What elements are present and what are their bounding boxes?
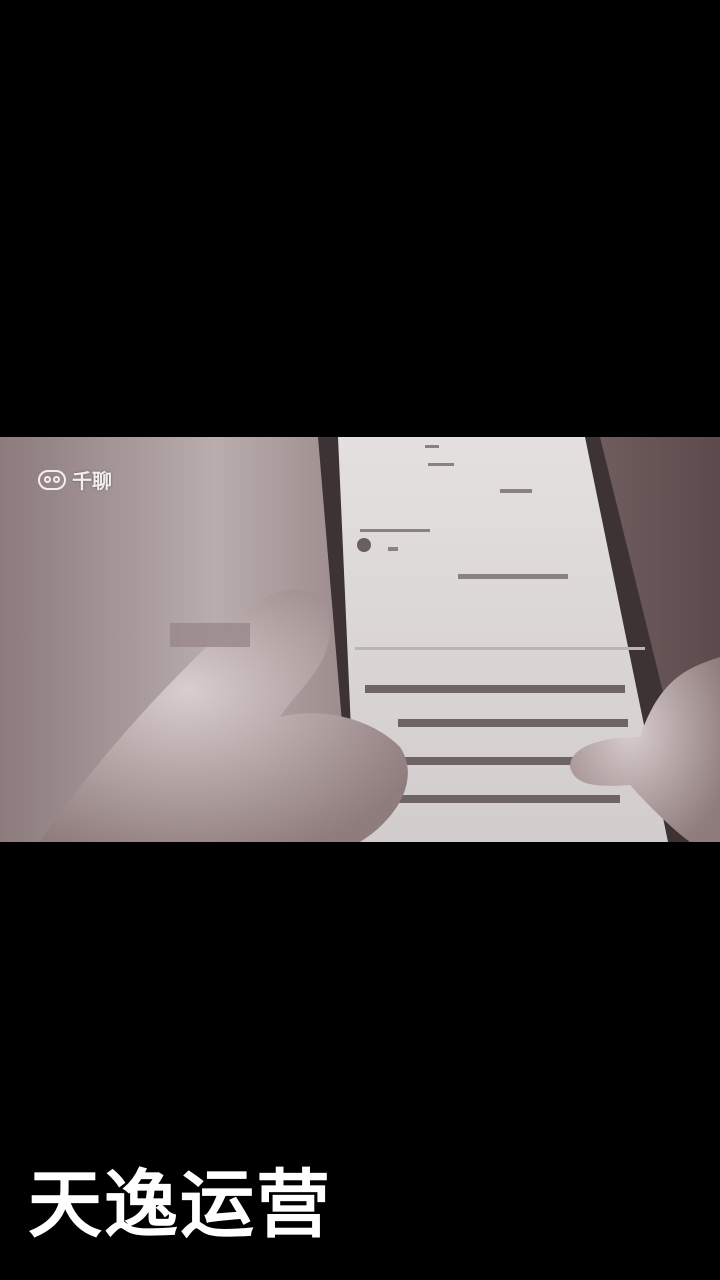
overlay-bar — [170, 623, 250, 647]
video-frame: 千聊 — [0, 437, 720, 842]
video-scene — [0, 437, 720, 842]
caption-title: 天逸运营 — [28, 1162, 332, 1248]
watermark-text: 千聊 — [72, 469, 112, 493]
watermark: 千聊 — [38, 465, 112, 494]
avatar — [357, 538, 371, 552]
owl-face-icon — [38, 469, 66, 490]
